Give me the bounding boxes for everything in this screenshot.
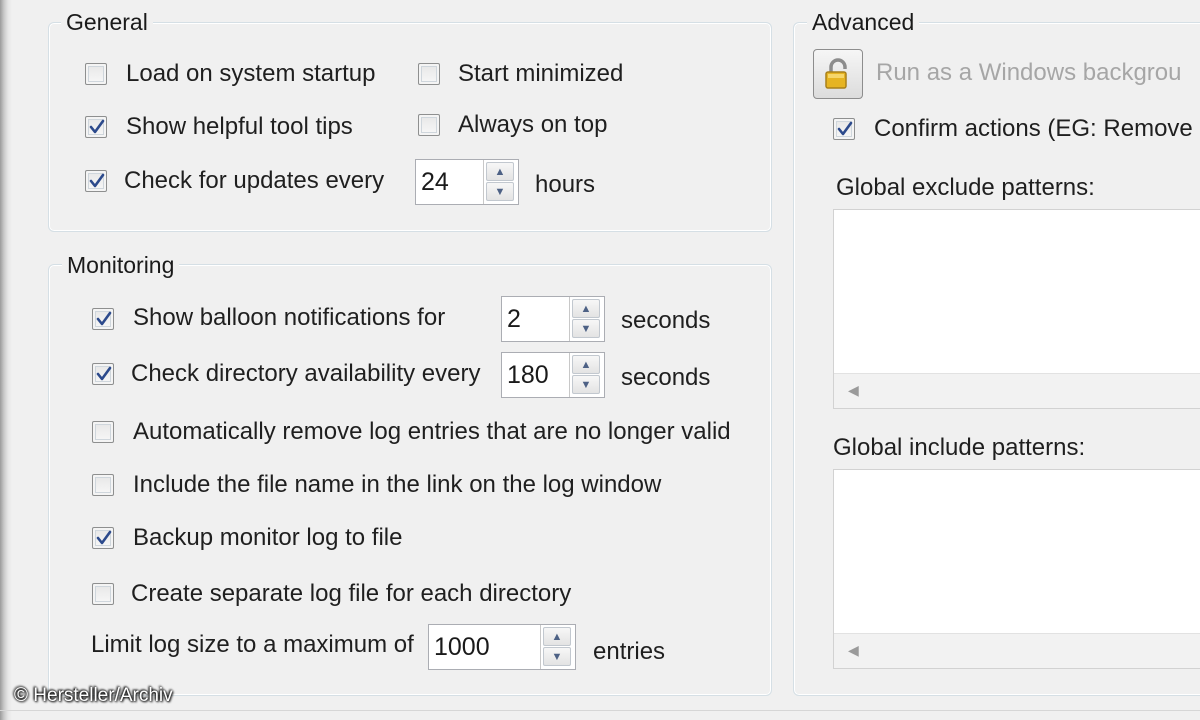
checkmark-icon [96,366,112,381]
confirm-actions-label: Confirm actions (EG: Remove [874,115,1193,142]
balloon-seconds-stepper[interactable]: 2 ▲ ▼ [501,296,605,342]
check-updates-checkbox[interactable] [85,170,107,192]
show-tooltips-checkbox[interactable] [85,116,107,138]
include-patterns-scrollbar[interactable]: ◀ [834,633,1200,668]
load-on-startup-checkbox[interactable] [85,63,107,85]
dir-check-seconds-value[interactable]: 180 [507,359,549,391]
check-updates-label: Check for updates every [124,167,385,194]
dir-check-label: Check directory availability every [131,360,481,387]
monitoring-group-title: Monitoring [62,251,180,279]
limit-log-stepper[interactable]: 1000 ▲ ▼ [428,624,576,670]
exclude-patterns-label: Global exclude patterns: [836,174,1095,201]
exclude-patterns-scrollbar[interactable]: ◀ [834,373,1200,408]
balloon-label: Show balloon notifications for [133,304,446,331]
include-filename-label: Include the file name in the link on the… [133,471,662,498]
auto-remove-checkbox[interactable] [92,421,114,443]
arrow-up-icon[interactable]: ▲ [486,162,514,181]
start-minimized-label: Start minimized [458,60,624,87]
balloon-seconds-unit: seconds [621,307,711,334]
balloon-seconds-value[interactable]: 2 [507,303,521,335]
checkmark-icon [96,530,112,545]
always-on-top-label: Always on top [458,111,608,138]
checkmark-icon [96,311,112,326]
checkmark-icon [89,119,105,134]
general-group-title: General [61,8,153,36]
arrow-down-icon[interactable]: ▼ [572,319,600,338]
run-service-lock-button[interactable] [813,49,863,99]
arrow-up-icon[interactable]: ▲ [572,299,600,318]
dir-check-checkbox[interactable] [92,363,114,385]
padlock-icon [825,58,847,89]
dir-check-seconds-arrows: ▲ ▼ [569,353,604,397]
run-service-label: Run as a Windows backgrou [876,59,1182,86]
update-hours-arrows: ▲ ▼ [483,160,518,204]
start-minimized-checkbox[interactable] [418,63,440,85]
arrow-down-icon[interactable]: ▼ [543,647,571,666]
separate-log-label: Create separate log file for each direct… [131,580,572,607]
confirm-actions-checkbox[interactable] [833,118,855,140]
arrow-down-icon[interactable]: ▼ [572,375,600,394]
update-hours-unit: hours [535,171,596,198]
arrow-down-icon[interactable]: ▼ [486,182,514,201]
separate-log-checkbox[interactable] [92,583,114,605]
include-patterns-label: Global include patterns: [833,434,1086,461]
show-tooltips-label: Show helpful tool tips [126,113,353,140]
limit-log-unit: entries [593,638,666,665]
backup-log-label: Backup monitor log to file [133,524,403,551]
checkmark-icon [89,173,105,188]
dir-check-seconds-unit: seconds [621,364,711,391]
balloon-seconds-arrows: ▲ ▼ [569,297,604,341]
limit-log-value[interactable]: 1000 [434,631,490,663]
copyright-watermark: © Hersteller/Archiv [14,685,173,706]
always-on-top-checkbox[interactable] [418,114,440,136]
arrow-up-icon[interactable]: ▲ [543,627,571,646]
limit-log-arrows: ▲ ▼ [540,625,575,669]
backup-log-checkbox[interactable] [92,527,114,549]
auto-remove-label: Automatically remove log entries that ar… [133,418,731,445]
include-patterns-list[interactable]: ◀ [833,469,1200,669]
advanced-group-title: Advanced [807,8,920,36]
include-filename-checkbox[interactable] [92,474,114,496]
dialog-bottom-divider [0,710,1200,711]
balloon-checkbox[interactable] [92,308,114,330]
arrow-up-icon[interactable]: ▲ [572,355,600,374]
dir-check-seconds-stepper[interactable]: 180 ▲ ▼ [501,352,605,398]
checkmark-icon [837,121,853,136]
update-hours-value[interactable]: 24 [421,166,449,198]
exclude-patterns-list[interactable]: ◀ [833,209,1200,409]
load-on-startup-label: Load on system startup [126,60,376,87]
limit-log-label: Limit log size to a maximum of [91,631,414,658]
arrow-left-icon[interactable]: ◀ [848,382,859,399]
update-hours-stepper[interactable]: 24 ▲ ▼ [415,159,519,205]
window-left-edge [0,0,12,720]
arrow-left-icon[interactable]: ◀ [848,642,859,659]
